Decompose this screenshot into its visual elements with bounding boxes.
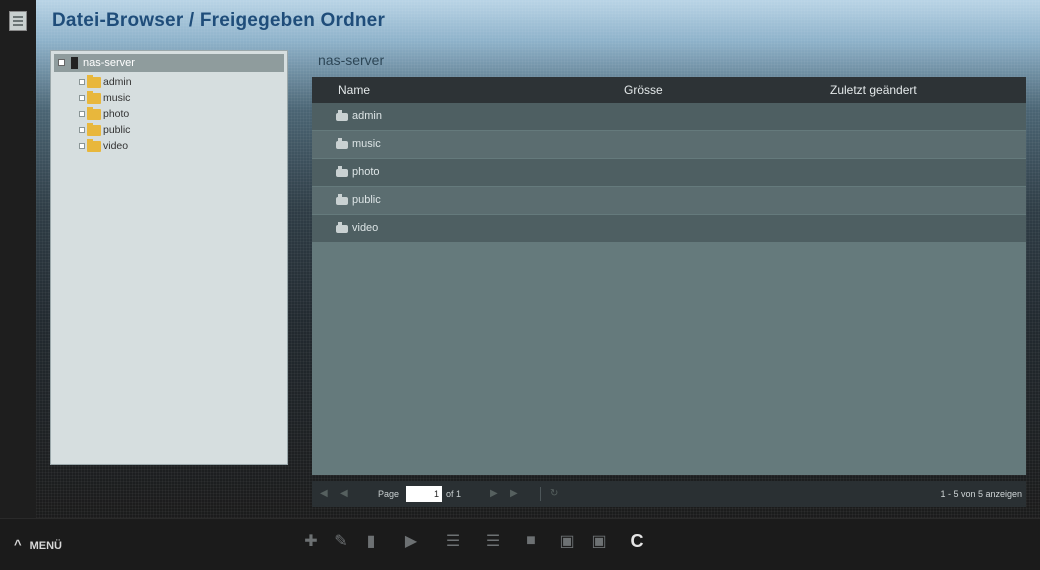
expand-icon[interactable] [79,111,85,117]
row-name: photo [352,166,380,178]
menu-button[interactable]: ^ MENÜ [14,533,62,557]
first-page-icon[interactable]: ◀ [320,489,330,499]
tree-item-label: admin [103,76,132,88]
page-label: Page [378,489,400,499]
collapse-icon[interactable] [58,59,65,66]
column-header-modified[interactable]: Zuletzt geändert [830,77,917,103]
add-icon[interactable]: ✚ [300,530,322,552]
folder-tree: nas-server admin music photo public vide… [50,50,288,465]
delete-icon[interactable]: ▮ [360,530,382,552]
shared-folder-icon [87,107,101,120]
expand-icon[interactable] [79,95,85,101]
row-name: admin [352,110,382,122]
tree-root-node[interactable]: nas-server [54,54,284,72]
table-row[interactable]: public [312,187,1026,214]
shared-folder-icon [336,194,348,205]
upload-icon[interactable]: ☰ [442,530,464,552]
edit-icon[interactable]: ✎ [330,530,352,552]
row-name: video [352,222,379,234]
page-count: of 1 [446,489,462,499]
pager-divider [540,487,541,501]
next-page-icon[interactable]: ▶ [490,489,500,499]
reload-icon[interactable]: ↻ [550,489,560,499]
bottom-toolbar: ^ MENÜ ✚ ✎ ▮ ▶ ☰ ☰ ■ ▣ ▣ C [0,518,1040,570]
server-icon [71,57,78,69]
shared-folder-icon [87,139,101,152]
move-icon[interactable]: ■ [520,530,542,552]
shared-folder-icon [336,110,348,121]
last-page-icon[interactable]: ▶ [510,489,520,499]
breadcrumb: nas-server [318,52,385,68]
page-number-input[interactable] [406,486,442,502]
previous-page-icon[interactable]: ◀ [340,489,350,499]
file-grid: Name Grösse Zuletzt geändert admin music… [312,77,1026,475]
expand-icon[interactable] [79,143,85,149]
column-header-size[interactable]: Grösse [624,77,663,103]
file-browser-app-icon[interactable] [9,11,27,31]
table-row[interactable]: video [312,215,1026,242]
paste-icon[interactable]: ▣ [588,530,610,552]
copy-icon[interactable]: ▣ [556,530,578,552]
refresh-icon[interactable]: C [626,530,648,552]
download-icon[interactable]: ☰ [482,530,504,552]
tree-item-label: video [103,140,129,152]
chevron-up-icon: ^ [14,537,22,552]
grid-header: Name Grösse Zuletzt geändert [312,77,1026,103]
shared-folder-icon [336,222,348,233]
expand-icon[interactable] [79,79,85,85]
shared-folder-icon [87,75,101,88]
column-header-name[interactable]: Name [338,77,370,103]
tree-item-label: public [103,124,131,136]
expand-icon[interactable] [79,127,85,133]
row-name: public [352,194,381,206]
tree-item-label: music [103,92,131,104]
paging-status: 1 - 5 von 5 anzeigen [940,489,1022,499]
table-row[interactable]: music [312,131,1026,158]
tree-root-label: nas-server [83,57,135,69]
table-row[interactable]: photo [312,159,1026,186]
tree-item-label: photo [103,108,130,120]
shared-folder-icon [336,138,348,149]
pager-toolbar: ◀ ◀ Page of 1 ▶ ▶ ↻ 1 - 5 von 5 anzeigen [312,481,1026,507]
table-row[interactable]: admin [312,103,1026,130]
shared-folder-icon [336,166,348,177]
menu-label: MENÜ [29,540,62,552]
file-browser-window: Datei-Browser / Freigegeben Ordner nas-s… [36,0,1040,518]
row-name: music [352,138,381,150]
shared-folder-icon [87,123,101,136]
window-title: Datei-Browser / Freigegeben Ordner [52,10,386,31]
shared-folder-icon [87,91,101,104]
left-strip [0,0,36,518]
rename-icon[interactable]: ▶ [400,530,422,552]
